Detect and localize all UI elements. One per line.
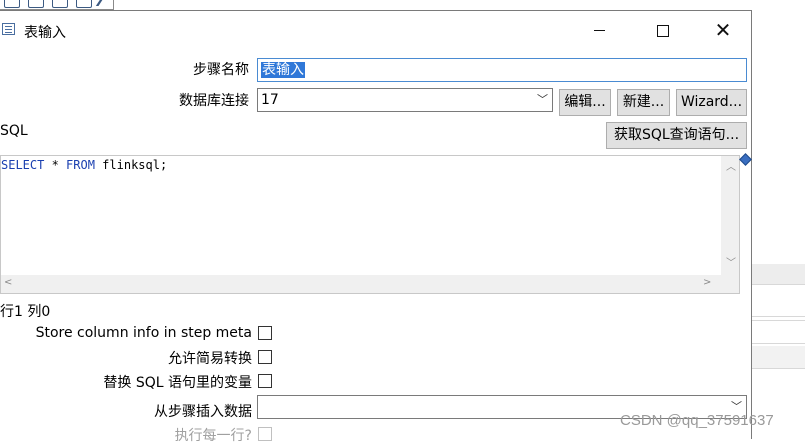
store-column-info-label: Store column info in step meta [35, 325, 252, 341]
horizontal-scrollbar[interactable]: < > [1, 275, 722, 293]
lazy-conversion-checkbox[interactable] [258, 350, 272, 364]
table-input-icon [2, 23, 15, 35]
db-connection-value: 17 [261, 92, 279, 108]
sql-editor[interactable]: SELECT * FROM flinksql; ︿ ﹀ < > [0, 155, 740, 294]
step-name-input[interactable]: 表输入 [257, 58, 747, 82]
cursor-position: 行1 列0 [0, 304, 51, 320]
sql-table: flinksql; [94, 158, 168, 172]
scroll-up-icon[interactable]: ︿ [726, 158, 736, 173]
toolbar-saveas-icon [76, 0, 92, 8]
new-connection-button[interactable]: 新建... [617, 89, 670, 116]
dialog-titlebar[interactable]: 表输入 ✕ [0, 11, 751, 49]
csdn-watermark: CSDN @qq_37591637 [620, 412, 774, 429]
dialog-title: 表输入 [24, 25, 66, 41]
db-connection-select[interactable]: 17 ﹀ [257, 88, 553, 112]
toolbar-file-icon [4, 0, 20, 8]
table-input-dialog: 表输入 ✕ 步骤名称 表输入 数据库连接 17 ﹀ 编辑... 新建... Wi… [0, 10, 752, 444]
sql-help-icon[interactable] [739, 153, 752, 166]
toolbar-run-icon: ❯ [94, 0, 108, 6]
scroll-left-icon[interactable]: < [4, 277, 12, 288]
sql-text: SELECT * FROM flinksql; [1, 158, 167, 172]
maximize-button[interactable] [640, 15, 686, 45]
sql-label: SQL [0, 123, 28, 139]
chevron-down-icon: ﹀ [537, 93, 548, 106]
scroll-right-icon[interactable]: > [703, 277, 711, 288]
store-column-info-checkbox[interactable] [258, 326, 272, 340]
background-toolbar: ❯ [0, 0, 114, 10]
replace-variables-checkbox[interactable] [258, 374, 272, 388]
close-icon: ✕ [714, 18, 732, 42]
background-grid-row [752, 296, 805, 317]
toolbar-explore-icon [28, 0, 44, 8]
background-grid-row [752, 320, 805, 344]
vertical-scrollbar[interactable]: ︿ ﹀ [721, 156, 739, 276]
lazy-conversion-label: 允许简易转换 [168, 351, 252, 367]
edit-connection-button[interactable]: 编辑... [559, 89, 611, 116]
insert-from-step-label: 从步骤插入数据 [154, 404, 252, 420]
sql-keyword: SELECT [1, 158, 45, 172]
background-grid [752, 0, 805, 439]
sql-operator: * [44, 158, 67, 172]
sql-keyword: FROM [66, 158, 95, 172]
step-name-label: 步骤名称 [193, 62, 249, 78]
db-connection-label: 数据库连接 [179, 93, 249, 109]
minimize-button[interactable] [576, 15, 622, 45]
maximize-icon [657, 24, 669, 37]
background-grid-row [752, 264, 805, 285]
replace-variables-label: 替换 SQL 语句里的变量 [103, 375, 252, 391]
get-sql-button[interactable]: 获取SQL查询语句... [606, 122, 747, 149]
step-name-value: 表输入 [261, 62, 305, 78]
wizard-button[interactable]: Wizard... [676, 89, 747, 116]
execute-each-row-label: 执行每一行? [174, 428, 252, 444]
minimize-icon [593, 30, 605, 31]
toolbar-save-icon [52, 0, 68, 8]
scroll-down-icon[interactable]: ﹀ [726, 254, 736, 269]
scrollbar-corner [721, 275, 739, 293]
close-button[interactable]: ✕ [700, 15, 746, 45]
background-grid-row [752, 346, 805, 369]
